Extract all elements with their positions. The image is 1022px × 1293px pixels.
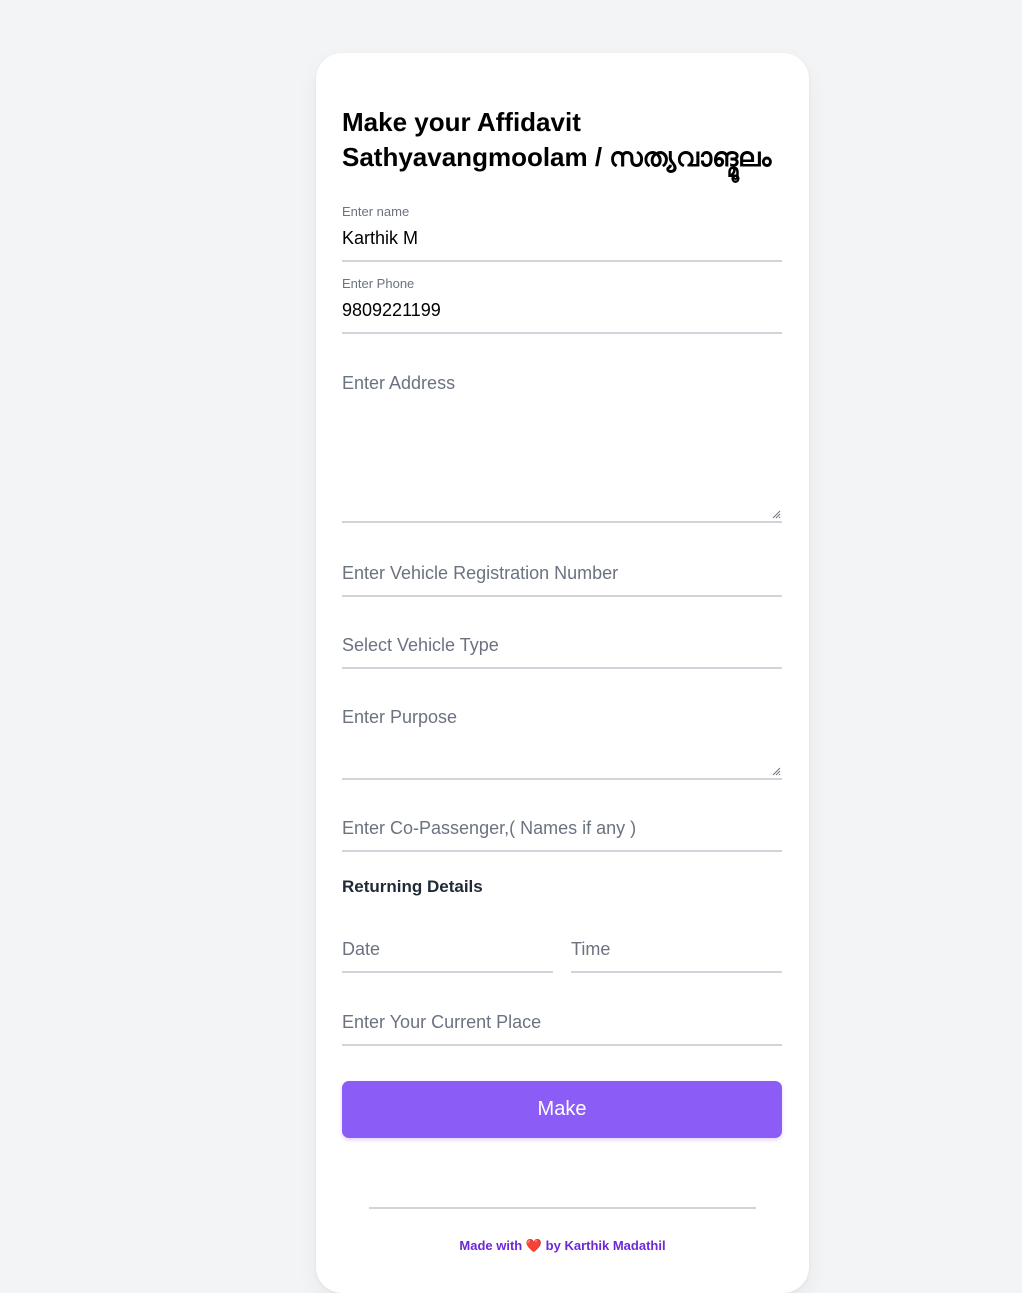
address-placeholder: Enter Address [342, 373, 456, 393]
vehicle-type-placeholder: Select Vehicle Type [342, 635, 499, 655]
time-placeholder: Time [571, 939, 611, 959]
footer-author: by Karthik Madathil [545, 1238, 666, 1253]
make-button[interactable]: Make [342, 1081, 782, 1138]
vehicle-type-select[interactable]: Select Vehicle Type [342, 621, 782, 669]
current-place-placeholder: Enter Your Current Place [342, 1012, 542, 1032]
title-line-1: Make your Affidavit [342, 107, 581, 137]
current-place-input[interactable]: Enter Your Current Place [342, 998, 782, 1046]
name-field[interactable]: Enter name Karthik M [342, 204, 782, 262]
name-value[interactable]: Karthik M [342, 228, 418, 249]
co-passenger-input[interactable]: Enter Co-Passenger,( Names if any ) [342, 804, 782, 852]
name-label: Enter name [342, 204, 410, 219]
purpose-textarea[interactable]: Enter Purpose [342, 697, 782, 780]
date-input[interactable]: Date [342, 925, 553, 973]
vehicle-registration-input[interactable]: Enter Vehicle Registration Number [342, 549, 782, 597]
address-textarea[interactable]: Enter Address [342, 361, 782, 523]
purpose-placeholder: Enter Purpose [342, 707, 458, 727]
heart-icon: ❤️ [525, 1238, 543, 1253]
vehicle-registration-placeholder: Enter Vehicle Registration Number [342, 563, 619, 583]
date-placeholder: Date [342, 939, 381, 959]
footer-prefix: Made with [459, 1238, 523, 1253]
time-input[interactable]: Time [571, 925, 782, 973]
co-passenger-placeholder: Enter Co-Passenger,( Names if any ) [342, 818, 637, 838]
resize-handle-icon[interactable] [771, 766, 781, 776]
returning-details-heading: Returning Details [342, 877, 483, 896]
page-title: Make your Affidavit Sathyavangmoolam / സ… [342, 105, 792, 175]
phone-label: Enter Phone [342, 276, 415, 291]
title-line-2: Sathyavangmoolam / സത്യവാങ്മൂലം [342, 142, 772, 172]
phone-field[interactable]: Enter Phone 9809221199 [342, 276, 782, 334]
phone-value[interactable]: 9809221199 [342, 300, 441, 321]
footer-divider [369, 1207, 756, 1209]
affidavit-form-card: Make your Affidavit Sathyavangmoolam / സ… [316, 53, 809, 1293]
footer-credit: Made with ❤️ by Karthik Madathil [316, 1238, 809, 1254]
resize-handle-icon[interactable] [771, 509, 781, 519]
